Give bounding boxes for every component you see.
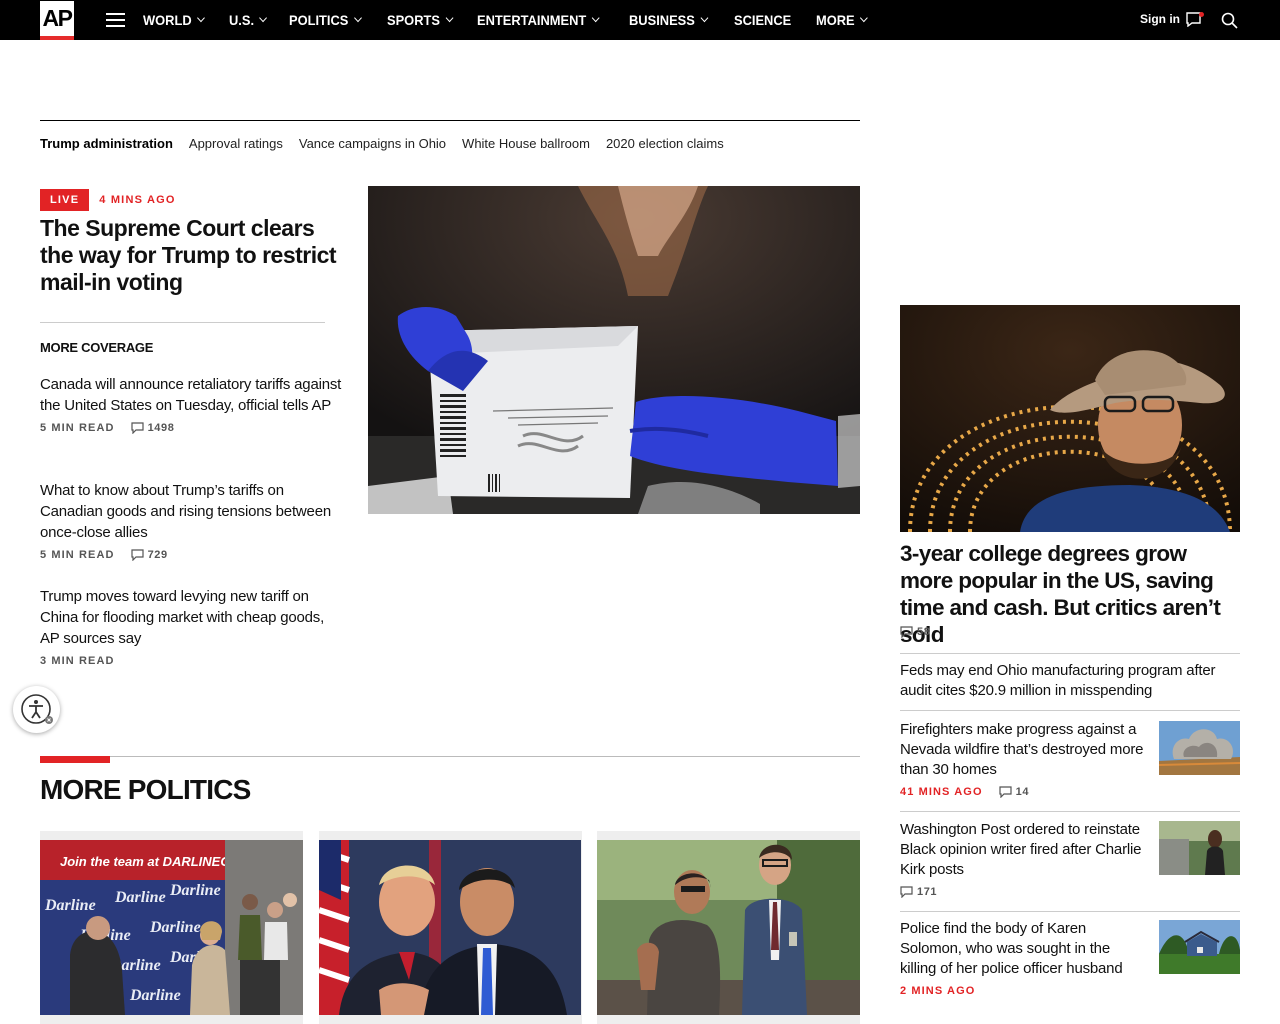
live-indicator: LIVE 4 MINS AGO bbox=[40, 189, 176, 211]
topic-link[interactable]: White House ballroom bbox=[462, 136, 590, 151]
nav-item-us[interactable]: U.S. bbox=[229, 12, 268, 28]
timestamp: 4 MINS AGO bbox=[99, 194, 176, 206]
chevron-down-icon bbox=[353, 13, 362, 23]
accessibility-button[interactable] bbox=[13, 686, 60, 733]
chevron-down-icon bbox=[196, 13, 205, 23]
comment-count[interactable]: 58 bbox=[900, 626, 930, 638]
story-meta: 3 MIN READ bbox=[40, 655, 345, 667]
sidebar-headline[interactable]: Firefighters make progress against a Nev… bbox=[900, 720, 1145, 780]
divider bbox=[900, 911, 1240, 912]
comment-icon bbox=[130, 422, 144, 434]
story-meta: 5 MIN READ 1498 bbox=[40, 422, 345, 434]
story-photo: Join the team at DARLINEGRAHAM.COM Darli… bbox=[40, 840, 303, 1015]
coverage-item: What to know about Trump’s tariffs on Ca… bbox=[40, 480, 345, 561]
comment-count[interactable]: 171 bbox=[900, 886, 937, 898]
lead-headline[interactable]: The Supreme Court clears the way for Tru… bbox=[40, 215, 345, 296]
topic-link[interactable]: Approval ratings bbox=[189, 136, 283, 151]
chevron-down-icon bbox=[259, 13, 268, 23]
chevron-down-icon bbox=[859, 13, 868, 23]
live-badge: LIVE bbox=[40, 189, 90, 211]
topic-divider bbox=[40, 120, 860, 121]
sidebar-story: Washington Post ordered to reinstate Bla… bbox=[900, 820, 1240, 898]
sidebar-story: Feds may end Ohio manufacturing program … bbox=[900, 661, 1240, 701]
section-accent-bar bbox=[40, 756, 110, 763]
coverage-item: Trump moves toward levying new tariff on… bbox=[40, 586, 345, 667]
story-card[interactable] bbox=[597, 831, 860, 1024]
story-thumbnail[interactable] bbox=[1159, 721, 1240, 775]
nav-item-business[interactable]: BUSINESS bbox=[629, 12, 708, 28]
read-time: 5 MIN READ bbox=[40, 422, 115, 434]
nav-item-sports[interactable]: SPORTS bbox=[387, 12, 453, 28]
coverage-item: Canada will announce retaliatory tariffs… bbox=[40, 374, 345, 434]
story-card[interactable]: Join the team at DARLINEGRAHAM.COM Darli… bbox=[40, 831, 303, 1024]
nav-item-politics[interactable]: POLITICS bbox=[289, 12, 362, 28]
svg-text:Darline: Darline bbox=[44, 897, 96, 914]
comment-count[interactable]: 1498 bbox=[130, 422, 175, 434]
comment-icon bbox=[999, 786, 1012, 798]
read-time: 3 MIN READ bbox=[40, 655, 115, 667]
story-thumbnail[interactable] bbox=[1159, 920, 1240, 974]
story-meta: 5 MIN READ 729 bbox=[40, 549, 345, 561]
divider bbox=[900, 710, 1240, 711]
story-card[interactable] bbox=[319, 831, 582, 1024]
read-time: 5 MIN READ bbox=[40, 549, 115, 561]
section-divider bbox=[40, 756, 860, 757]
topic-link[interactable]: Vance campaigns in Ohio bbox=[299, 136, 446, 151]
ap-logo[interactable]: AP bbox=[40, 1, 74, 40]
comment-count[interactable]: 729 bbox=[130, 549, 168, 561]
divider bbox=[900, 811, 1240, 812]
accessibility-icon bbox=[20, 693, 53, 724]
timestamp: 2 MINS AGO bbox=[900, 985, 976, 997]
feature-photo[interactable] bbox=[900, 305, 1240, 532]
sidebar-story: Police find the body of Karen Solomon, w… bbox=[900, 919, 1240, 997]
nav-item-science[interactable]: SCIENCE bbox=[734, 12, 791, 28]
sidebar-headline[interactable]: Police find the body of Karen Solomon, w… bbox=[900, 919, 1145, 979]
nav-item-entertainment[interactable]: ENTERTAINMENT bbox=[477, 12, 600, 28]
feature-image bbox=[900, 305, 1240, 532]
sidebar-story: Firefighters make progress against a Nev… bbox=[900, 720, 1240, 798]
comment-icon bbox=[900, 886, 913, 898]
ballot-image bbox=[368, 186, 860, 514]
svg-text:Darline: Darline bbox=[114, 889, 166, 906]
chevron-down-icon bbox=[700, 13, 708, 23]
topic-links: Trump administration Approval ratings Va… bbox=[40, 136, 740, 151]
divider bbox=[900, 653, 1240, 654]
logo-red-bar bbox=[40, 36, 74, 40]
coverage-headline[interactable]: What to know about Trump’s tariffs on Ca… bbox=[40, 480, 345, 543]
section-title: MORE POLITICS bbox=[40, 774, 251, 805]
chevron-down-icon bbox=[444, 13, 453, 23]
story-meta: 2 MINS AGO bbox=[900, 985, 1240, 997]
coverage-headline[interactable]: Trump moves toward levying new tariff on… bbox=[40, 586, 345, 649]
divider bbox=[40, 322, 325, 323]
nav-item-world[interactable]: WORLD bbox=[143, 12, 205, 28]
chevron-down-icon bbox=[591, 13, 600, 23]
story-photo bbox=[597, 840, 860, 1015]
top-nav: AP WORLD U.S. POLITICS SPORTS ENTERTAINM… bbox=[0, 0, 1280, 40]
svg-text:Darline: Darline bbox=[149, 919, 201, 936]
sidebar-headline[interactable]: Washington Post ordered to reinstate Bla… bbox=[900, 820, 1145, 880]
nav-item-more[interactable]: MORE bbox=[816, 12, 868, 28]
lead-photo[interactable] bbox=[368, 186, 860, 514]
comment-icon bbox=[900, 626, 913, 638]
menu-icon[interactable] bbox=[106, 13, 125, 27]
comment-count[interactable]: 14 bbox=[999, 786, 1029, 798]
sidebar-headline[interactable]: Feds may end Ohio manufacturing program … bbox=[900, 661, 1230, 701]
search-icon[interactable] bbox=[1221, 12, 1238, 29]
more-coverage-heading: MORE COVERAGE bbox=[40, 340, 154, 355]
topic-link[interactable]: 2020 election claims bbox=[606, 136, 724, 151]
svg-text:Darline: Darline bbox=[129, 987, 181, 1004]
timestamp: 41 MINS AGO bbox=[900, 786, 983, 798]
story-meta: 41 MINS AGO 14 bbox=[900, 786, 1240, 798]
story-meta: 171 bbox=[900, 886, 1240, 898]
topic-link[interactable]: Trump administration bbox=[40, 136, 173, 151]
feature-headline[interactable]: 3-year college degrees grow more popular… bbox=[900, 540, 1240, 648]
svg-text:Darline: Darline bbox=[169, 882, 221, 899]
comment-icon bbox=[130, 549, 144, 561]
sign-in-link[interactable]: Sign in bbox=[1140, 12, 1180, 26]
nav-menu: WORLD U.S. POLITICS SPORTS ENTERTAINMENT… bbox=[143, 0, 891, 40]
story-thumbnail[interactable] bbox=[1159, 821, 1240, 875]
chat-icon[interactable] bbox=[1186, 12, 1204, 27]
coverage-headline[interactable]: Canada will announce retaliatory tariffs… bbox=[40, 374, 345, 416]
story-photo bbox=[319, 840, 582, 1015]
